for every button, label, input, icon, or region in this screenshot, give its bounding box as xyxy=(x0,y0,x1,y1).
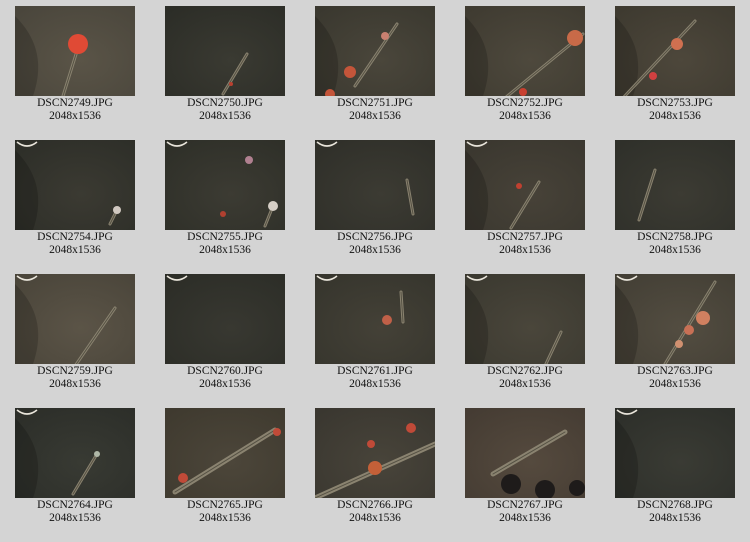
thumbnail-image[interactable] xyxy=(465,408,585,498)
thumbnail-item[interactable]: DSCN2751.JPG 2048x1536 xyxy=(315,6,435,140)
thumbnail-filename[interactable]: DSCN2766.JPG xyxy=(305,499,445,512)
thumbnail-dimensions: 2048x1536 xyxy=(199,244,251,256)
thumbnail-image[interactable] xyxy=(15,408,135,498)
thumbnail-dimensions: 2048x1536 xyxy=(199,110,251,122)
thumbnail-item[interactable]: DSCN2759.JPG 2048x1536 xyxy=(15,274,135,408)
thumbnail-item[interactable]: DSCN2750.JPG 2048x1536 xyxy=(165,6,285,140)
thumbnail-dimensions: 2048x1536 xyxy=(349,244,401,256)
thumbnail-image[interactable] xyxy=(315,6,435,96)
thumbnail-dimensions: 2048x1536 xyxy=(499,512,551,524)
thumbnail-dimensions: 2048x1536 xyxy=(649,378,701,390)
thumbnail-dimensions: 2048x1536 xyxy=(49,244,101,256)
thumbnail-filename[interactable]: DSCN2752.JPG xyxy=(455,97,595,110)
thumbnail-filename[interactable]: DSCN2761.JPG xyxy=(305,365,445,378)
thumbnail-dimensions: 2048x1536 xyxy=(499,378,551,390)
thumbnail-item[interactable]: DSCN2768.JPG 2048x1536 xyxy=(615,408,735,542)
thumbnail-filename[interactable]: DSCN2755.JPG xyxy=(155,231,295,244)
thumbnail-filename[interactable]: DSCN2764.JPG xyxy=(5,499,145,512)
thumbnail-dimensions: 2048x1536 xyxy=(349,512,401,524)
thumbnail-dimensions: 2048x1536 xyxy=(649,110,701,122)
thumbnail-filename[interactable]: DSCN2759.JPG xyxy=(5,365,145,378)
thumbnail-item[interactable]: DSCN2758.JPG 2048x1536 xyxy=(615,140,735,274)
thumbnail-image[interactable] xyxy=(315,140,435,230)
thumbnail-image[interactable] xyxy=(15,140,135,230)
thumbnail-item[interactable]: DSCN2765.JPG 2048x1536 xyxy=(165,408,285,542)
thumbnail-item[interactable]: DSCN2767.JPG 2048x1536 xyxy=(465,408,585,542)
thumbnail-image[interactable] xyxy=(315,274,435,364)
thumbnail-filename[interactable]: DSCN2749.JPG xyxy=(5,97,145,110)
thumbnail-item[interactable]: DSCN2761.JPG 2048x1536 xyxy=(315,274,435,408)
thumbnail-dimensions: 2048x1536 xyxy=(199,378,251,390)
thumbnail-item[interactable]: DSCN2760.JPG 2048x1536 xyxy=(165,274,285,408)
thumbnail-image[interactable] xyxy=(15,6,135,96)
thumbnail-image[interactable] xyxy=(615,408,735,498)
thumbnail-filename[interactable]: DSCN2756.JPG xyxy=(305,231,445,244)
thumbnail-image[interactable] xyxy=(615,140,735,230)
thumbnail-image[interactable] xyxy=(465,6,585,96)
thumbnail-filename[interactable]: DSCN2762.JPG xyxy=(455,365,595,378)
thumbnail-image[interactable] xyxy=(615,6,735,96)
thumbnail-grid: DSCN2749.JPG 2048x1536 DSCN2750.JPG 2048… xyxy=(15,6,735,542)
thumbnail-filename[interactable]: DSCN2751.JPG xyxy=(305,97,445,110)
thumbnail-dimensions: 2048x1536 xyxy=(499,244,551,256)
thumbnail-item[interactable]: DSCN2753.JPG 2048x1536 xyxy=(615,6,735,140)
thumbnail-image[interactable] xyxy=(15,274,135,364)
thumbnail-item[interactable]: DSCN2757.JPG 2048x1536 xyxy=(465,140,585,274)
thumbnail-item[interactable]: DSCN2764.JPG 2048x1536 xyxy=(15,408,135,542)
thumbnail-dimensions: 2048x1536 xyxy=(649,512,701,524)
thumbnail-filename[interactable]: DSCN2760.JPG xyxy=(155,365,295,378)
thumbnail-item[interactable]: DSCN2766.JPG 2048x1536 xyxy=(315,408,435,542)
thumbnail-dimensions: 2048x1536 xyxy=(49,512,101,524)
thumbnail-filename[interactable]: DSCN2750.JPG xyxy=(155,97,295,110)
thumbnail-dimensions: 2048x1536 xyxy=(649,244,701,256)
thumbnail-item[interactable]: DSCN2749.JPG 2048x1536 xyxy=(15,6,135,140)
thumbnail-filename[interactable]: DSCN2767.JPG xyxy=(455,499,595,512)
thumbnail-filename[interactable]: DSCN2758.JPG xyxy=(605,231,745,244)
thumbnail-dimensions: 2048x1536 xyxy=(49,378,101,390)
thumbnail-item[interactable]: DSCN2756.JPG 2048x1536 xyxy=(315,140,435,274)
thumbnail-image[interactable] xyxy=(615,274,735,364)
thumbnail-item[interactable]: DSCN2755.JPG 2048x1536 xyxy=(165,140,285,274)
thumbnail-image[interactable] xyxy=(165,408,285,498)
thumbnail-filename[interactable]: DSCN2754.JPG xyxy=(5,231,145,244)
thumbnail-dimensions: 2048x1536 xyxy=(499,110,551,122)
thumbnail-filename[interactable]: DSCN2757.JPG xyxy=(455,231,595,244)
thumbnail-image[interactable] xyxy=(465,274,585,364)
thumbnail-item[interactable]: DSCN2752.JPG 2048x1536 xyxy=(465,6,585,140)
thumbnail-item[interactable]: DSCN2763.JPG 2048x1536 xyxy=(615,274,735,408)
thumbnail-dimensions: 2048x1536 xyxy=(349,378,401,390)
thumbnail-filename[interactable]: DSCN2763.JPG xyxy=(605,365,745,378)
thumbnail-filename[interactable]: DSCN2768.JPG xyxy=(605,499,745,512)
thumbnail-image[interactable] xyxy=(165,274,285,364)
thumbnail-dimensions: 2048x1536 xyxy=(49,110,101,122)
thumbnail-filename[interactable]: DSCN2753.JPG xyxy=(605,97,745,110)
thumbnail-item[interactable]: DSCN2754.JPG 2048x1536 xyxy=(15,140,135,274)
thumbnail-image[interactable] xyxy=(165,6,285,96)
thumbnail-item[interactable]: DSCN2762.JPG 2048x1536 xyxy=(465,274,585,408)
thumbnail-dimensions: 2048x1536 xyxy=(349,110,401,122)
thumbnail-image[interactable] xyxy=(315,408,435,498)
thumbnail-dimensions: 2048x1536 xyxy=(199,512,251,524)
thumbnail-image[interactable] xyxy=(465,140,585,230)
thumbnail-image[interactable] xyxy=(165,140,285,230)
thumbnail-filename[interactable]: DSCN2765.JPG xyxy=(155,499,295,512)
